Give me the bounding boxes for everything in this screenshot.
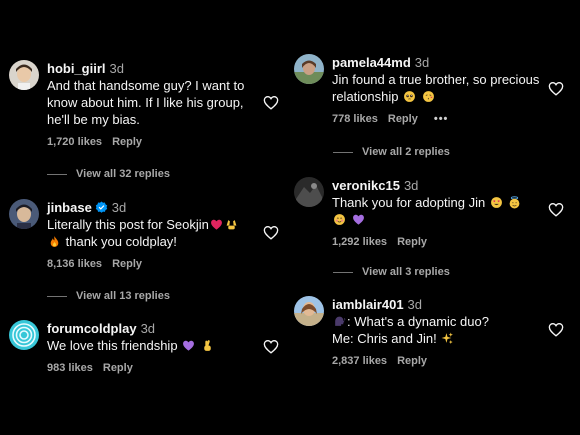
timestamp: 3d bbox=[111, 200, 127, 215]
comment-body: forumcoldplay 3d We love this friendship … bbox=[47, 320, 262, 374]
view-replies-label: View all 2 replies bbox=[362, 146, 450, 158]
comment-text-part: Jin found a true brother, so precious re… bbox=[332, 72, 540, 104]
timestamp: 3d bbox=[407, 297, 423, 312]
comment-text: And that handsome guy? I want to know ab… bbox=[47, 78, 245, 127]
timestamp: 3d bbox=[403, 178, 419, 193]
comment-text-part: Me: Chris and Jin! bbox=[332, 331, 437, 346]
comment-text: We love this friendship bbox=[47, 337, 262, 354]
timestamp: 3d bbox=[140, 321, 156, 336]
view-replies-button[interactable]: View all 32 replies bbox=[47, 168, 170, 180]
avatar-forumcoldplay[interactable] bbox=[9, 320, 39, 350]
comment-meta: 1,292 likes Reply bbox=[332, 236, 547, 248]
raised-hands-emoji-icon bbox=[226, 220, 237, 230]
comment-body: pamela44md 3d Jin found a true brother, s… bbox=[332, 54, 547, 125]
likes-count[interactable]: 1,292 likes bbox=[332, 236, 387, 248]
comment-text: : What's a dynamic duo? Me: Chris and Ji… bbox=[332, 313, 547, 347]
comment-body: jinbase 3d Literally this post for Seokj… bbox=[47, 199, 262, 270]
view-replies-button[interactable]: View all 13 replies bbox=[47, 290, 170, 302]
comment-text-part: thank you coldplay! bbox=[65, 234, 177, 249]
heart-outline-icon[interactable] bbox=[263, 225, 279, 240]
reply-button[interactable]: Reply bbox=[397, 355, 427, 367]
reply-button[interactable]: Reply bbox=[103, 362, 133, 374]
comment-meta: 778 likes Reply ••• bbox=[332, 113, 547, 125]
comment-header: forumcoldplay 3d bbox=[47, 320, 262, 337]
heart-outline-icon[interactable] bbox=[548, 322, 564, 337]
username[interactable]: forumcoldplay bbox=[47, 321, 137, 336]
avatar-veronikc15[interactable] bbox=[294, 177, 324, 207]
view-replies-label: View all 3 replies bbox=[362, 266, 450, 278]
comment-text-part: We love this friendship bbox=[47, 338, 178, 353]
divider bbox=[333, 151, 353, 153]
username[interactable]: hobi_giirl bbox=[47, 61, 106, 76]
view-replies-label: View all 13 replies bbox=[76, 290, 170, 302]
heart-outline-icon[interactable] bbox=[548, 202, 564, 217]
username[interactable]: jinbase bbox=[47, 200, 92, 215]
heart-outline-icon[interactable] bbox=[263, 339, 279, 354]
comment-text-part: Thank you for adopting Jin bbox=[332, 195, 486, 210]
blushing-face-emoji-icon bbox=[334, 214, 345, 225]
avatar-hobi-giirl[interactable] bbox=[9, 60, 39, 90]
view-replies-button[interactable]: View all 2 replies bbox=[333, 146, 450, 158]
likes-count[interactable]: 2,837 likes bbox=[332, 355, 387, 367]
comment-text-part: : What's a dynamic duo? bbox=[347, 314, 489, 329]
likes-count[interactable]: 983 likes bbox=[47, 362, 93, 374]
speaking-head-emoji-icon bbox=[335, 316, 346, 326]
likes-count[interactable]: 1,720 likes bbox=[47, 136, 102, 148]
username[interactable]: pamela44md bbox=[332, 55, 411, 70]
likes-count[interactable]: 778 likes bbox=[332, 113, 378, 125]
comment-meta: 1,720 likes Reply bbox=[47, 136, 262, 148]
heart-eyes-emoji-icon bbox=[490, 197, 502, 208]
timestamp: 3d bbox=[109, 61, 124, 76]
more-options-icon[interactable]: ••• bbox=[434, 113, 449, 125]
comment-header: veronikc15 3d bbox=[332, 177, 547, 194]
comment-header: jinbase 3d bbox=[47, 199, 262, 216]
reply-button[interactable]: Reply bbox=[112, 136, 142, 148]
pleading-face-emoji-icon bbox=[404, 91, 416, 102]
heart-outline-icon[interactable] bbox=[263, 95, 279, 110]
sparkles-emoji-icon bbox=[441, 332, 454, 344]
likes-count[interactable]: 8,136 likes bbox=[47, 258, 102, 270]
timestamp: 3d bbox=[414, 55, 430, 70]
reply-button[interactable]: Reply bbox=[388, 113, 418, 125]
comment-meta: 2,837 likes Reply bbox=[332, 355, 547, 367]
comment-meta: 8,136 likes Reply bbox=[47, 258, 262, 270]
purple-heart-emoji-icon bbox=[352, 214, 364, 225]
divider bbox=[47, 295, 67, 297]
comment-body: veronikc15 3d Thank you for adopting Jin … bbox=[332, 177, 547, 248]
avatar-jinbase[interactable] bbox=[9, 199, 39, 229]
comment-header: iamblair401 3d bbox=[332, 296, 547, 313]
fire-emoji-icon bbox=[50, 236, 59, 247]
red-heart-emoji-icon bbox=[210, 219, 222, 230]
comment-text: Literally this post for Seokjin thank yo… bbox=[47, 216, 262, 250]
comment-meta: 983 likes Reply bbox=[47, 362, 262, 374]
comment-header: hobi_giirl 3d bbox=[47, 60, 262, 77]
reply-button[interactable]: Reply bbox=[112, 258, 142, 270]
avatar-iamblair401[interactable] bbox=[294, 296, 324, 326]
comment-body: hobi_giirl 3d And that handsome guy? I wa… bbox=[47, 60, 262, 148]
comment-body: iamblair401 3d : What's a dynamic duo? Me… bbox=[332, 296, 547, 367]
username[interactable]: iamblair401 bbox=[332, 297, 404, 312]
view-replies-button[interactable]: View all 3 replies bbox=[333, 266, 450, 278]
reply-button[interactable]: Reply bbox=[397, 236, 427, 248]
halo-face-emoji-icon bbox=[510, 196, 520, 209]
crossed-fingers-emoji-icon bbox=[204, 340, 211, 351]
comment-header: pamela44md 3d bbox=[332, 54, 547, 71]
comment-text: Thank you for adopting Jin bbox=[332, 194, 547, 228]
verified-badge-icon bbox=[95, 201, 107, 213]
view-replies-label: View all 32 replies bbox=[76, 168, 170, 180]
heart-outline-icon[interactable] bbox=[548, 81, 564, 96]
avatar-pamela44md[interactable] bbox=[294, 54, 324, 84]
kissing-face-emoji-icon bbox=[422, 91, 434, 102]
username[interactable]: veronikc15 bbox=[332, 178, 400, 193]
comment-text: Jin found a true brother, so precious re… bbox=[332, 71, 547, 105]
divider bbox=[47, 173, 67, 175]
divider bbox=[333, 271, 353, 273]
purple-heart-emoji-icon bbox=[183, 340, 195, 351]
comment-text-part: Literally this post for Seokjin bbox=[47, 217, 209, 232]
